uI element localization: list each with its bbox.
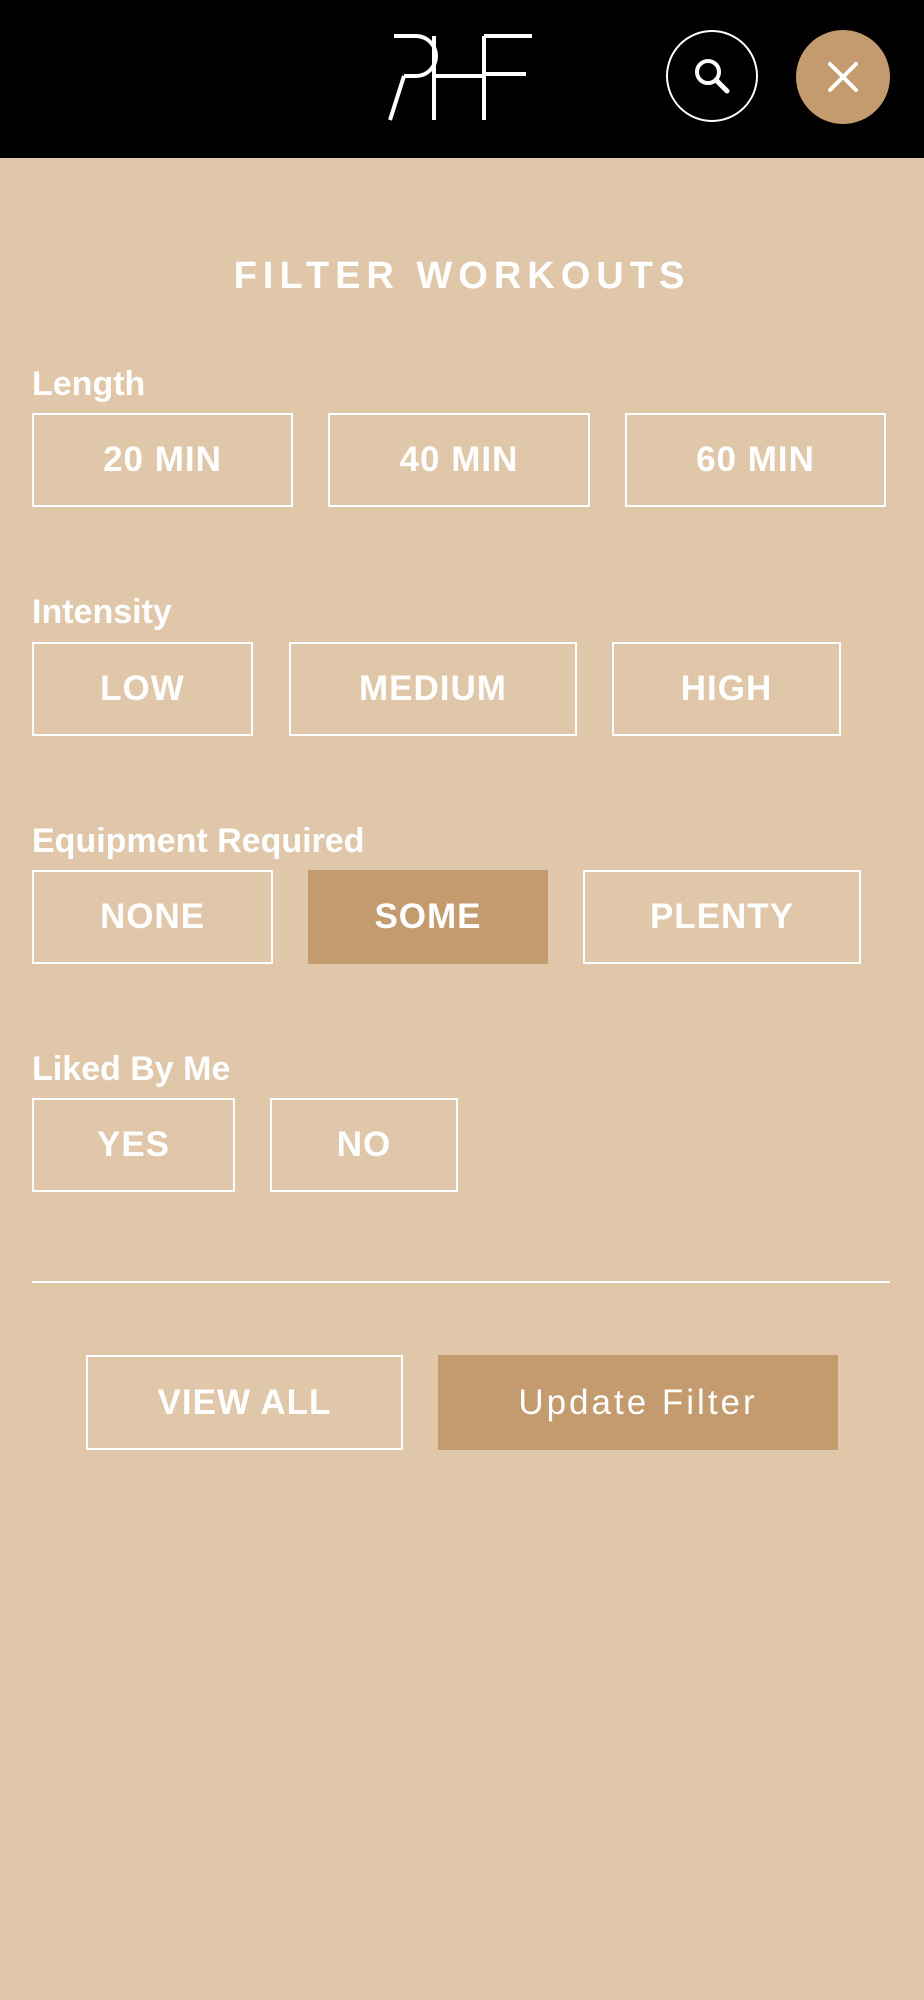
equipment-option-some[interactable]: SOME [308, 870, 548, 964]
update-filter-button[interactable]: Update Filter [438, 1355, 838, 1450]
liked-option-yes[interactable]: YES [32, 1098, 235, 1192]
length-option-20-min[interactable]: 20 MIN [32, 413, 293, 507]
equipment-option-plenty[interactable]: PLENTY [583, 870, 861, 964]
close-button[interactable] [796, 30, 890, 124]
divider [32, 1281, 890, 1283]
top-bar [0, 0, 924, 158]
liked-option-no[interactable]: NO [270, 1098, 458, 1192]
intensity-label: Intensity [32, 593, 172, 631]
search-icon [695, 59, 730, 94]
intensity-option-medium[interactable]: MEDIUM [289, 642, 577, 736]
intensity-option-high[interactable]: HIGH [612, 642, 841, 736]
intensity-option-low[interactable]: LOW [32, 642, 253, 736]
page-title: FILTER WORKOUTS [233, 255, 691, 297]
search-button[interactable] [666, 30, 758, 122]
view-all-button[interactable]: VIEW ALL [86, 1355, 403, 1450]
close-icon [828, 62, 858, 92]
length-option-60-min[interactable]: 60 MIN [625, 413, 886, 507]
equipment-label: Equipment Required [32, 822, 365, 860]
logo [388, 34, 532, 121]
length-option-40-min[interactable]: 40 MIN [328, 413, 590, 507]
length-label: Length [32, 365, 146, 403]
liked-label: Liked By Me [32, 1050, 231, 1088]
equipment-option-none[interactable]: NONE [32, 870, 273, 964]
